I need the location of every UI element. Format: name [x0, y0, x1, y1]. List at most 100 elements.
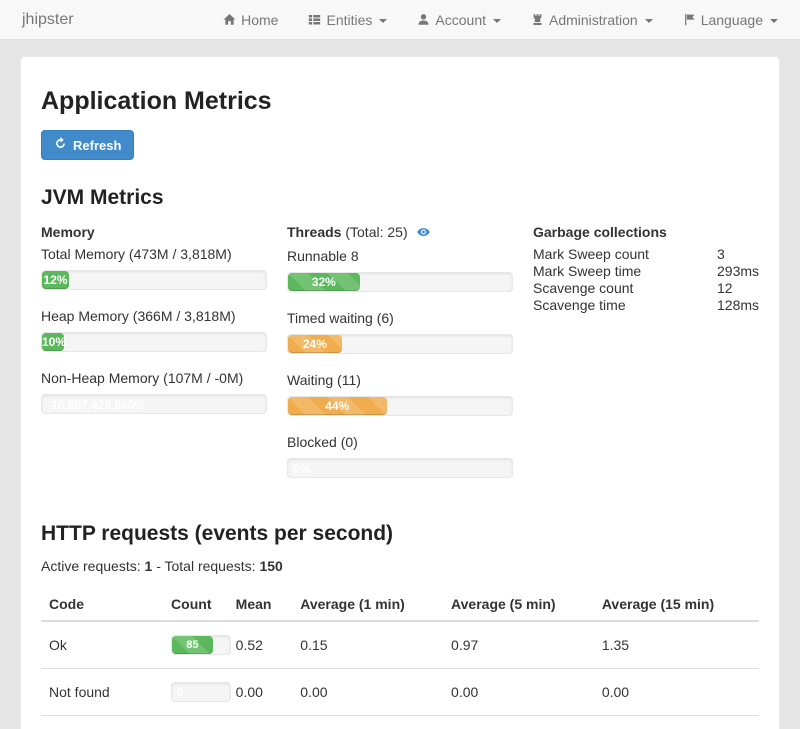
cell-avg5: 0.97	[443, 621, 594, 669]
chevron-down-icon	[770, 19, 778, 23]
cell-avg15: 0.00	[594, 716, 759, 729]
cell-avg5: 0.00	[443, 716, 594, 729]
cell-avg1: 0.00	[292, 716, 443, 729]
list-icon	[308, 13, 321, 26]
chevron-down-icon	[379, 19, 387, 23]
metric-blocked: Blocked (0) 0%	[287, 434, 513, 478]
cell-avg1: 0.00	[292, 669, 443, 716]
gc-row: Mark Sweep count 3	[533, 246, 759, 263]
chevron-down-icon	[645, 19, 653, 23]
progress-label: -10,657,428,800%	[47, 396, 145, 414]
progress-track: 10%	[41, 332, 267, 352]
total-requests-value: 150	[259, 558, 282, 574]
page-title: Application Metrics	[41, 87, 759, 116]
brand-link[interactable]: jhipster	[22, 11, 74, 29]
progress-fill: 24%	[288, 335, 342, 353]
nav-item-label: Home	[241, 12, 278, 28]
nav-item-administration[interactable]: Administration	[531, 12, 653, 28]
gc-value: 12	[717, 280, 759, 297]
gc-value: 128ms	[717, 297, 759, 314]
http-summary: Active requests: 1 - Total requests: 150	[41, 558, 759, 574]
total-requests-label: - Total requests:	[156, 558, 255, 574]
col-header-code: Code	[41, 588, 163, 621]
nav-item-home[interactable]: Home	[223, 12, 278, 28]
tower-icon	[531, 13, 544, 26]
nav-menu: Home Entities Account Administration	[223, 12, 778, 28]
metric-label: Heap Memory (366M / 3,818M)	[41, 308, 267, 324]
count-progress-track: 85	[171, 635, 231, 655]
col-header-avg5: Average (5 min)	[443, 588, 594, 621]
progress-fill: 44%	[288, 397, 387, 415]
col-header-mean: Mean	[228, 588, 293, 621]
active-requests-label: Active requests:	[41, 558, 141, 574]
home-icon	[223, 13, 236, 26]
user-icon	[417, 13, 430, 26]
progress-track: -10,657,428,800%	[41, 394, 267, 414]
col-header-avg15: Average (15 min)	[594, 588, 759, 621]
metric-heap-memory: Heap Memory (366M / 3,818M) 10%	[41, 308, 267, 352]
progress-track: 32%	[287, 272, 513, 292]
jvm-metrics-row: Memory Total Memory (473M / 3,818M) 12% …	[41, 224, 759, 496]
refresh-button[interactable]: Refresh	[41, 130, 134, 160]
table-header-row: Code Count Mean Average (1 min) Average …	[41, 588, 759, 621]
nav-item-label: Administration	[549, 12, 638, 28]
gc-row: Scavenge time 128ms	[533, 297, 759, 314]
flag-icon	[683, 13, 696, 26]
cell-avg1: 0.15	[292, 621, 443, 669]
table-row-ok: Ok 85 0.52 0.15 0.97 1.35	[41, 621, 759, 669]
progress-track: 44%	[287, 396, 513, 416]
nav-item-account[interactable]: Account	[417, 12, 501, 28]
col-header-count: Count	[163, 588, 228, 621]
metric-label: Total Memory (473M / 3,818M)	[41, 246, 267, 262]
metric-label: Runnable 8	[287, 248, 513, 264]
nav-item-entities[interactable]: Entities	[308, 12, 387, 28]
cell-code: Not found	[41, 669, 163, 716]
gc-title: Garbage collections	[533, 224, 759, 240]
cell-mean: 0.52	[228, 621, 293, 669]
threads-title: Threads (Total: 25)	[287, 224, 513, 242]
progress-track: 0%	[287, 458, 513, 478]
nav-item-label: Language	[701, 12, 763, 28]
gc-label: Scavenge count	[533, 280, 717, 297]
gc-value: 293ms	[717, 263, 759, 280]
table-row-not-found: Not found 0 0.00 0.00 0.00 0.00	[41, 669, 759, 716]
eye-icon[interactable]	[416, 226, 431, 242]
metric-timed-waiting: Timed waiting (6) 24%	[287, 310, 513, 354]
gc-row: Mark Sweep time 293ms	[533, 263, 759, 280]
http-requests-heading: HTTP requests (events per second)	[41, 522, 759, 546]
progress-label: 24%	[288, 335, 342, 353]
cell-avg5: 0.00	[443, 669, 594, 716]
cell-count: 0	[163, 716, 228, 729]
progress-label: 32%	[288, 273, 360, 291]
metric-runnable: Runnable 8 32%	[287, 248, 513, 292]
count-progress-fill: 85	[172, 636, 213, 654]
threads-total-label: (Total: 25)	[345, 224, 407, 240]
gc-row: Scavenge count 12	[533, 280, 759, 297]
cell-count: 85	[163, 621, 228, 669]
metric-waiting: Waiting (11) 44%	[287, 372, 513, 416]
progress-track: 12%	[41, 270, 267, 290]
progress-label: 44%	[288, 397, 387, 415]
gc-column: Garbage collections Mark Sweep count 3 M…	[533, 224, 759, 496]
cell-avg15: 0.00	[594, 669, 759, 716]
col-header-avg1: Average (1 min)	[292, 588, 443, 621]
progress-label: 10%	[42, 333, 64, 351]
progress-track: 24%	[287, 334, 513, 354]
nav-item-language[interactable]: Language	[683, 12, 778, 28]
memory-title: Memory	[41, 224, 267, 240]
metric-label: Blocked (0)	[287, 434, 513, 450]
count-progress-label: 85	[172, 636, 213, 654]
refresh-icon	[54, 137, 67, 153]
memory-column: Memory Total Memory (473M / 3,818M) 12% …	[41, 224, 267, 496]
cell-avg15: 1.35	[594, 621, 759, 669]
gc-label: Mark Sweep time	[533, 263, 717, 280]
jvm-metrics-heading: JVM Metrics	[41, 186, 759, 210]
refresh-button-label: Refresh	[73, 138, 121, 153]
cell-mean: 0.00	[228, 669, 293, 716]
threads-title-label: Threads	[287, 224, 341, 240]
active-requests-value: 1	[145, 558, 153, 574]
count-progress-track: 0	[171, 682, 231, 702]
table-row-server-error: Server Error 0 0.00 0.00 0.00 0.00	[41, 716, 759, 729]
threads-column: Threads (Total: 25) Runnable 8 32% Timed…	[287, 224, 513, 496]
cell-count: 0	[163, 669, 228, 716]
